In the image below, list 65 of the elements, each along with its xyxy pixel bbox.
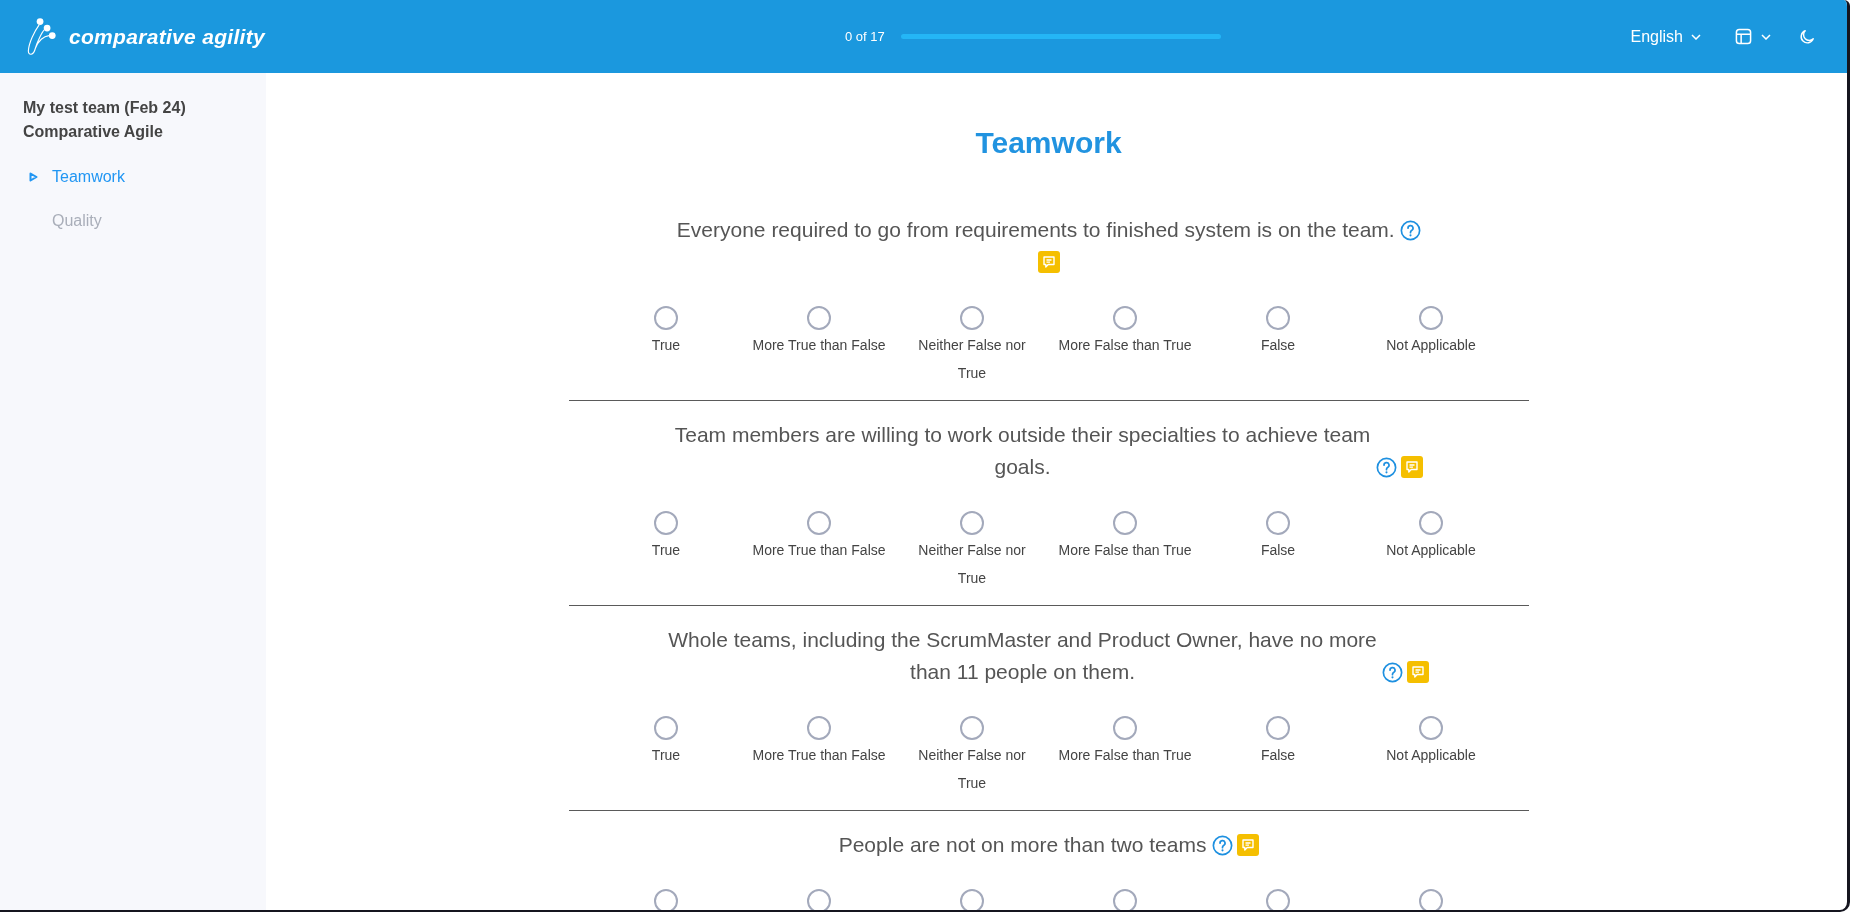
comment-icon[interactable] bbox=[1407, 661, 1430, 683]
option-label[interactable]: False bbox=[1260, 741, 1296, 769]
progress-text: 0 of 17 bbox=[845, 29, 885, 44]
comment-icon[interactable] bbox=[1037, 251, 1060, 273]
help-icon[interactable] bbox=[1211, 835, 1233, 856]
radio-button[interactable] bbox=[654, 889, 678, 910]
option-label[interactable]: Not Applicable bbox=[1386, 741, 1476, 769]
help-icon[interactable] bbox=[1399, 220, 1421, 241]
option-label[interactable]: More True than False bbox=[752, 741, 886, 769]
help-icon[interactable] bbox=[1375, 457, 1397, 478]
app-name: comparative agility bbox=[69, 24, 265, 49]
radio-button[interactable] bbox=[1113, 889, 1137, 910]
option-label[interactable]: True bbox=[651, 741, 681, 769]
radio-button[interactable] bbox=[807, 716, 831, 740]
comment-icon[interactable] bbox=[1400, 456, 1423, 478]
team-name: My test team (Feb 24) bbox=[23, 98, 187, 118]
option-label[interactable]: More False than True bbox=[1058, 741, 1192, 769]
radio-button[interactable] bbox=[1419, 889, 1443, 910]
radio-button[interactable] bbox=[960, 511, 984, 535]
option-label[interactable]: Neither False nor True bbox=[904, 536, 1040, 592]
radio-button[interactable] bbox=[654, 306, 678, 330]
option-label[interactable]: Neither False nor True bbox=[904, 331, 1040, 387]
layout-icon[interactable] bbox=[1735, 28, 1752, 45]
radio-button[interactable] bbox=[960, 889, 984, 910]
chevron-icon[interactable] bbox=[1761, 33, 1771, 40]
moon-icon[interactable] bbox=[1799, 28, 1815, 45]
option-label[interactable]: More False than True bbox=[1058, 536, 1192, 564]
question-text: Whole teams, including the ScrumMaster and Product Owner, have no more than 11 people on them. bbox=[667, 627, 1378, 685]
survey-name: Comparative Agile bbox=[23, 122, 164, 142]
page-title: Teamwork bbox=[975, 125, 1122, 161]
logo-icon bbox=[26, 16, 56, 57]
option-label[interactable]: True bbox=[651, 536, 681, 564]
option-label[interactable]: True bbox=[651, 331, 681, 359]
option-label[interactable]: More True than False bbox=[752, 331, 886, 359]
radio-button[interactable] bbox=[807, 889, 831, 910]
question-text: Everyone required to go from requirements to finished system is on the team. bbox=[676, 217, 1396, 243]
option-label[interactable]: More True than False bbox=[752, 536, 886, 564]
option-label[interactable]: Not Applicable bbox=[1386, 331, 1476, 359]
radio-button[interactable] bbox=[654, 716, 678, 740]
radio-button[interactable] bbox=[1113, 306, 1137, 330]
radio-button[interactable] bbox=[1419, 716, 1443, 740]
option-label[interactable]: False bbox=[1260, 331, 1296, 359]
radio-button[interactable] bbox=[1266, 511, 1290, 535]
triangle-icon bbox=[29, 172, 38, 182]
radio-button[interactable] bbox=[1113, 716, 1137, 740]
chevron-icon bbox=[1691, 33, 1701, 40]
radio-button[interactable] bbox=[654, 511, 678, 535]
option-label[interactable]: False bbox=[1260, 536, 1296, 564]
radio-button[interactable] bbox=[1113, 511, 1137, 535]
radio-button[interactable] bbox=[960, 716, 984, 740]
option-label[interactable]: More False than True bbox=[1058, 331, 1192, 359]
option-label[interactable]: Not Applicable bbox=[1386, 536, 1476, 564]
option-label[interactable]: Neither False nor True bbox=[904, 741, 1040, 797]
radio-button[interactable] bbox=[1266, 306, 1290, 330]
question-text: People are not on more than two teams bbox=[838, 832, 1208, 858]
radio-button[interactable] bbox=[1266, 889, 1290, 910]
radio-button[interactable] bbox=[807, 511, 831, 535]
radio-button[interactable] bbox=[807, 306, 831, 330]
radio-button[interactable] bbox=[1266, 716, 1290, 740]
help-icon[interactable] bbox=[1382, 662, 1403, 683]
question-text: Team members are willing to work outside their specialties to achieve team goals. bbox=[674, 422, 1372, 480]
radio-button[interactable] bbox=[960, 306, 984, 330]
radio-button[interactable] bbox=[1419, 306, 1443, 330]
comment-icon[interactable] bbox=[1236, 834, 1259, 856]
radio-button[interactable] bbox=[1419, 511, 1443, 535]
